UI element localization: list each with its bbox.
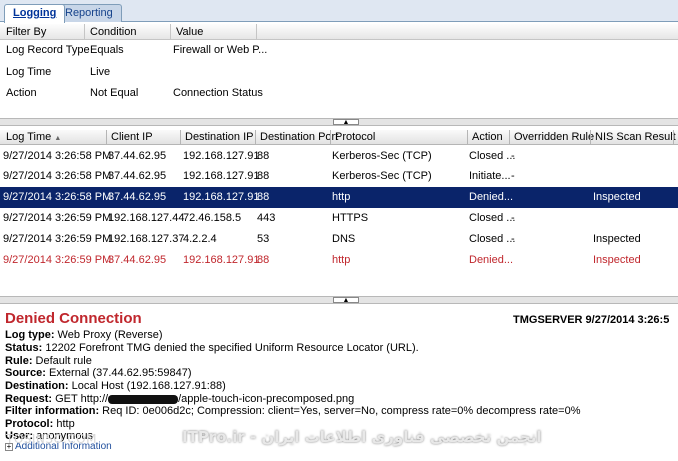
log-row[interactable]: 9/27/2014 3:26:59 PM 192.168.127.37 4.2.… (0, 229, 678, 250)
log-grid-header: Log Time ▲ Client IP Destination IP Dest… (0, 130, 678, 145)
cell-overridden-rule: - (511, 233, 515, 245)
filter-by-cell: Action (6, 87, 37, 99)
column-nis-scan-result[interactable]: NIS Scan Result (595, 131, 676, 143)
condition-cell: Equals (90, 44, 124, 56)
tab-logging[interactable]: Logging (4, 4, 66, 23)
cell-destination-ip: 192.168.127.91 (183, 150, 260, 162)
cell-destination-ip: 192.168.127.91 (183, 191, 260, 203)
cell-destination-port: 88 (257, 191, 270, 203)
collapse-up-icon[interactable]: ▲ (333, 119, 359, 126)
cell-client-ip: 192.168.127.44 (108, 212, 185, 224)
detail-filter-information: Filter information: Req ID: 0e006d2c; Co… (5, 405, 581, 417)
column-overridden-rule[interactable]: Overridden Rule (514, 131, 594, 143)
cell-protocol: HTTPS (332, 212, 369, 224)
log-grid: Log Time ▲ Client IP Destination IP Dest… (0, 128, 678, 296)
cell-protocol: Kerberos-Sec (TCP) (332, 170, 432, 182)
detail-destination: Destination: Local Host (192.168.127.91:… (5, 380, 226, 392)
watermark-itpro: ITPro.ir - انجمن تخصصی فناوری اطلاعات ای… (182, 428, 542, 446)
cell-destination-ip: 192.168.127.91 (183, 254, 260, 266)
cell-client-ip: 37.44.62.95 (108, 150, 167, 162)
value-cell: Connection Status (173, 87, 263, 99)
cell-log-time: 9/27/2014 3:26:58 PM (3, 150, 112, 162)
cell-overridden-rule: - (511, 170, 515, 182)
log-row[interactable]: 9/27/2014 3:26:58 PM 37.44.62.95 192.168… (0, 146, 678, 167)
cell-action: Closed ... (469, 212, 516, 224)
column-log-time[interactable]: Log Time ▲ (6, 131, 61, 143)
column-protocol[interactable]: Protocol (335, 131, 375, 143)
cell-destination-ip: 72.46.158.5 (183, 212, 242, 224)
filter-by-cell: Log Time (6, 66, 52, 78)
log-row-denied[interactable]: 9/27/2014 3:26:59 PM 37.44.62.95 192.168… (0, 250, 678, 271)
cell-nis-scan-result: Inspected (593, 233, 641, 245)
watermark-tosinso: TOSINSO.COM (6, 432, 97, 446)
details-title: Denied Connection (5, 310, 142, 327)
column-destination-ip[interactable]: Destination IP (185, 131, 253, 143)
condition-cell: Live (90, 66, 111, 78)
detail-source: Source: External (37.44.62.95:59847) (5, 367, 192, 379)
sort-ascending-icon: ▲ (54, 135, 62, 142)
detail-rule: Rule: Default rule (5, 355, 92, 367)
cell-log-time: 9/27/2014 3:26:58 PM (3, 170, 112, 182)
filter-header-filter-by[interactable]: Filter By (6, 26, 46, 38)
cell-nis-scan-result: Inspected (593, 254, 641, 266)
cell-client-ip: 37.44.62.95 (108, 170, 167, 182)
cell-log-time: 9/27/2014 3:26:59 PM (3, 233, 112, 245)
log-row-selected[interactable]: 9/27/2014 3:26:58 PM 37.44.62.95 192.168… (0, 187, 678, 208)
column-destination-port[interactable]: Destination Port (260, 131, 338, 143)
filter-row[interactable]: Action Not Equal Connection Status (0, 83, 678, 103)
cell-protocol: http (332, 191, 351, 203)
column-action[interactable]: Action (472, 131, 503, 143)
cell-protocol: http (332, 254, 351, 266)
cell-destination-ip: 4.2.2.4 (183, 233, 217, 245)
cell-destination-ip: 192.168.127.91 (183, 170, 260, 182)
filter-row[interactable]: Log Time Live (0, 62, 678, 82)
cell-destination-port: 88 (257, 150, 270, 162)
cell-log-time: 9/27/2014 3:26:59 PM (3, 212, 112, 224)
log-row[interactable]: 9/27/2014 3:26:58 PM 37.44.62.95 192.168… (0, 166, 678, 187)
cell-destination-port: 88 (257, 254, 270, 266)
cell-protocol: Kerberos-Sec (TCP) (332, 150, 432, 162)
cell-client-ip: 37.44.62.95 (108, 191, 167, 203)
cell-client-ip: 37.44.62.95 (108, 254, 167, 266)
detail-status: Status: 12202 Forefront TMG denied the s… (5, 342, 419, 354)
condition-cell: Not Equal (90, 87, 139, 99)
filter-table: Filter By Condition Value Log Record Typ… (0, 22, 678, 118)
cell-overridden-rule: - (511, 212, 515, 224)
filter-splitter[interactable]: ▲ (0, 118, 678, 126)
filter-header: Filter By Condition Value (0, 24, 678, 40)
detail-request: Request: GET http:///apple-touch-icon-pr… (5, 393, 355, 405)
cell-destination-port: 53 (257, 233, 270, 245)
detail-log-type: Log type: Web Proxy (Reverse) (5, 329, 163, 341)
filter-header-condition[interactable]: Condition (90, 26, 136, 38)
value-cell: Firewall or Web P... (173, 44, 268, 56)
filter-by-cell: Log Record Type (6, 44, 90, 56)
cell-destination-port: 88 (257, 170, 270, 182)
filter-header-value[interactable]: Value (176, 26, 203, 38)
cell-protocol: DNS (332, 233, 356, 245)
cell-action: Initiate... (469, 170, 511, 182)
cell-nis-scan-result: Inspected (593, 191, 641, 203)
cell-action: Closed ... (469, 150, 516, 162)
tab-bar: Logging Reporting (0, 0, 678, 23)
cell-client-ip: 192.168.127.37 (108, 233, 185, 245)
column-client-ip[interactable]: Client IP (111, 131, 153, 143)
cell-overridden-rule: - (511, 150, 515, 162)
cell-log-time: 9/27/2014 3:26:58 PM (3, 191, 112, 203)
cell-action: Closed ... (469, 233, 516, 245)
cell-log-time: 9/27/2014 3:26:59 PM (3, 254, 112, 266)
log-row[interactable]: 9/27/2014 3:26:59 PM 192.168.127.44 72.4… (0, 208, 678, 229)
filter-row[interactable]: Log Record Type Equals Firewall or Web P… (0, 40, 678, 60)
cell-action: Denied... (469, 191, 514, 203)
details-splitter[interactable]: ▲ (0, 296, 678, 304)
redacted-host (108, 394, 179, 404)
tab-reporting[interactable]: Reporting (56, 4, 122, 22)
cell-action: Denied... (469, 254, 514, 266)
details-server-timestamp: TMGSERVER 9/27/2014 3:26:5 (513, 314, 670, 326)
cell-destination-port: 443 (257, 212, 276, 224)
detail-protocol: Protocol: http (5, 418, 75, 430)
collapse-up-icon[interactable]: ▲ (333, 297, 359, 304)
